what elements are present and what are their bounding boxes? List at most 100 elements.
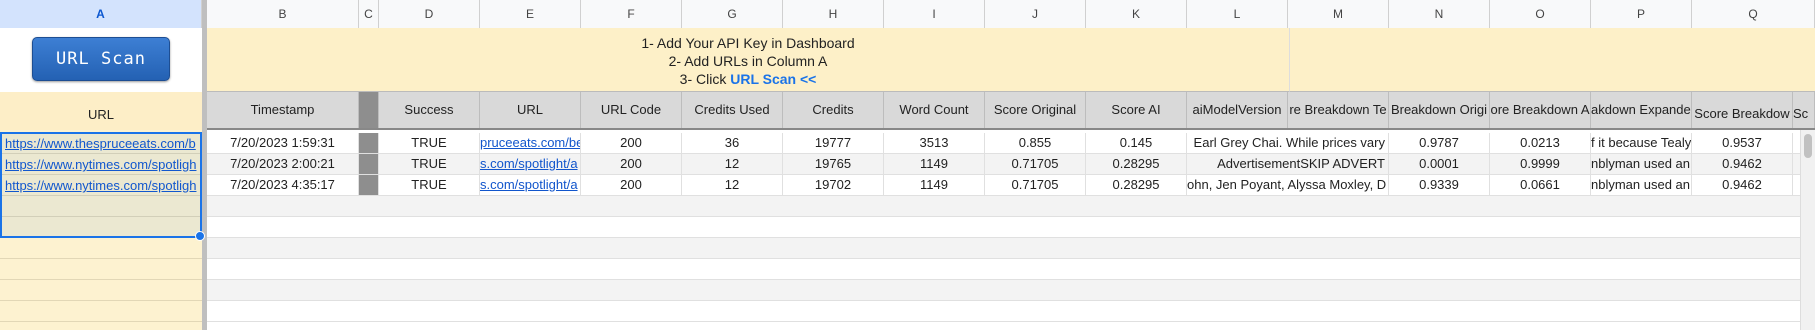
cell-url[interactable]: pruceeats.com/be <box>480 133 581 153</box>
header-score-breakdown-ai[interactable]: ore Breakdown A <box>1490 92 1591 128</box>
cell-breakdown-original[interactable]: 0.0001 <box>1389 154 1490 174</box>
column-letter-m[interactable]: M <box>1288 0 1389 28</box>
header-word-count[interactable]: Word Count <box>884 92 985 128</box>
cell-credits[interactable]: 19777 <box>783 133 884 153</box>
column-letter-n[interactable]: N <box>1389 0 1490 28</box>
cell-word-count[interactable]: 3513 <box>884 133 985 153</box>
cell-score-original[interactable]: 0.855 <box>985 133 1086 153</box>
cell-breakdown-expanded[interactable]: nblyman used an <box>1591 175 1692 195</box>
cell-ai-model-version[interactable]: AdvertisementSKIP ADVERT <box>1187 154 1389 174</box>
column-letter-l[interactable]: L <box>1187 0 1288 28</box>
header-c[interactable] <box>359 92 379 128</box>
empty-row[interactable] <box>207 301 1815 322</box>
fill-handle[interactable] <box>195 231 205 241</box>
column-letter-d[interactable]: D <box>379 0 480 28</box>
cell-score-breakdown-ai[interactable]: 0.0661 <box>1490 175 1591 195</box>
url-cell[interactable] <box>0 301 202 322</box>
frozen-column-divider[interactable] <box>202 0 207 330</box>
empty-row[interactable] <box>207 217 1815 238</box>
header-score-original[interactable]: Score Original <box>985 92 1086 128</box>
cell-credits-used[interactable]: 12 <box>682 175 783 195</box>
column-letter-j[interactable]: J <box>985 0 1086 28</box>
instruction-step-3-prefix: 3- Click <box>679 71 731 87</box>
cell-c[interactable] <box>359 154 379 174</box>
header-sc[interactable]: Sc <box>1793 92 1815 128</box>
cell-selection-range[interactable] <box>0 132 205 241</box>
scrollbar-thumb[interactable] <box>1804 134 1812 158</box>
column-letter-a[interactable]: A <box>0 0 202 28</box>
header-score-breakdown[interactable]: Score Breakdow <box>1692 92 1793 128</box>
cell-score-original[interactable]: 0.71705 <box>985 175 1086 195</box>
column-letter-e[interactable]: E <box>480 0 581 28</box>
cell-score-ai[interactable]: 0.28295 <box>1086 175 1187 195</box>
vertical-scrollbar[interactable] <box>1800 130 1815 330</box>
cell-score-ai[interactable]: 0.28295 <box>1086 154 1187 174</box>
column-header-strip: A B C D E F G H I J K L M N O P Q <box>0 0 1815 29</box>
cell-success[interactable]: TRUE <box>379 133 480 153</box>
column-letter-i[interactable]: I <box>884 0 985 28</box>
cell-url-code[interactable]: 200 <box>581 154 682 174</box>
empty-row[interactable] <box>207 196 1815 217</box>
cell-c[interactable] <box>359 175 379 195</box>
cell-credits-used[interactable]: 36 <box>682 133 783 153</box>
url-cell[interactable] <box>0 259 202 280</box>
column-letter-f[interactable]: F <box>581 0 682 28</box>
cell-word-count[interactable]: 1149 <box>884 175 985 195</box>
cell-score-breakdown[interactable]: 0.9537 <box>1692 133 1793 153</box>
url-scan-button[interactable]: URL Scan <box>32 37 170 81</box>
cell-credits[interactable]: 19765 <box>783 154 884 174</box>
cell-success[interactable]: TRUE <box>379 175 480 195</box>
cell-score-ai[interactable]: 0.145 <box>1086 133 1187 153</box>
header-breakdown-expanded[interactable]: akdown Expanded <box>1591 92 1692 128</box>
cell-breakdown-original[interactable]: 0.9787 <box>1389 133 1490 153</box>
header-ai-model-version[interactable]: aiModelVersion <box>1187 92 1288 128</box>
column-letter-h[interactable]: H <box>783 0 884 28</box>
cell-breakdown-expanded[interactable]: f it because Tealy <box>1591 133 1692 153</box>
cell-url[interactable]: s.com/spotlight/a <box>480 175 581 195</box>
header-url-code[interactable]: URL Code <box>581 92 682 128</box>
data-header-row: Timestamp Success URL URL Code Credits U… <box>207 92 1815 130</box>
cell-score-original[interactable]: 0.71705 <box>985 154 1086 174</box>
url-cell[interactable] <box>0 280 202 301</box>
cell-success[interactable]: TRUE <box>379 154 480 174</box>
cell-ai-model-version[interactable]: ohn, Jen Poyant, Alyssa Moxley, D <box>1187 175 1389 195</box>
column-letter-q[interactable]: Q <box>1692 0 1815 28</box>
cell-credits-used[interactable]: 12 <box>682 154 783 174</box>
instruction-step-3: 3- Click URL Scan << <box>207 70 1289 88</box>
column-letter-k[interactable]: K <box>1086 0 1187 28</box>
cell-score-breakdown[interactable]: 0.9462 <box>1692 175 1793 195</box>
cell-breakdown-expanded[interactable]: nblyman used an <box>1591 154 1692 174</box>
cell-url-code[interactable]: 200 <box>581 175 682 195</box>
column-letter-p[interactable]: P <box>1591 0 1692 28</box>
header-credits-used[interactable]: Credits Used <box>682 92 783 128</box>
url-cell[interactable] <box>0 238 202 259</box>
header-score-ai[interactable]: Score AI <box>1086 92 1187 128</box>
cell-timestamp[interactable]: 7/20/2023 4:35:17 <box>207 175 359 195</box>
cell-credits[interactable]: 19702 <box>783 175 884 195</box>
cell-url-code[interactable]: 200 <box>581 133 682 153</box>
cell-c[interactable] <box>359 133 379 153</box>
cell-score-breakdown-ai[interactable]: 0.0213 <box>1490 133 1591 153</box>
column-letter-o[interactable]: O <box>1490 0 1591 28</box>
cell-timestamp[interactable]: 7/20/2023 2:00:21 <box>207 154 359 174</box>
cell-timestamp[interactable]: 7/20/2023 1:59:31 <box>207 133 359 153</box>
empty-row[interactable] <box>207 259 1815 280</box>
header-score-breakdown-text[interactable]: re Breakdown Te <box>1288 92 1389 128</box>
header-timestamp[interactable]: Timestamp <box>207 92 359 128</box>
empty-row[interactable] <box>207 280 1815 301</box>
cell-word-count[interactable]: 1149 <box>884 154 985 174</box>
header-credits[interactable]: Credits <box>783 92 884 128</box>
header-success[interactable]: Success <box>379 92 480 128</box>
column-letter-b[interactable]: B <box>207 0 359 28</box>
empty-row[interactable] <box>207 238 1815 259</box>
banner-extension-cell[interactable] <box>1289 28 1815 92</box>
cell-score-breakdown-ai[interactable]: 0.9999 <box>1490 154 1591 174</box>
cell-url[interactable]: s.com/spotlight/a <box>480 154 581 174</box>
column-letter-c[interactable]: C <box>359 0 379 28</box>
column-letter-g[interactable]: G <box>682 0 783 28</box>
header-breakdown-original[interactable]: Breakdown Origi <box>1389 92 1490 128</box>
cell-breakdown-original[interactable]: 0.9339 <box>1389 175 1490 195</box>
cell-ai-model-version[interactable]: Earl Grey Chai. While prices vary <box>1187 133 1389 153</box>
header-url[interactable]: URL <box>480 92 581 128</box>
cell-score-breakdown[interactable]: 0.9462 <box>1692 154 1793 174</box>
